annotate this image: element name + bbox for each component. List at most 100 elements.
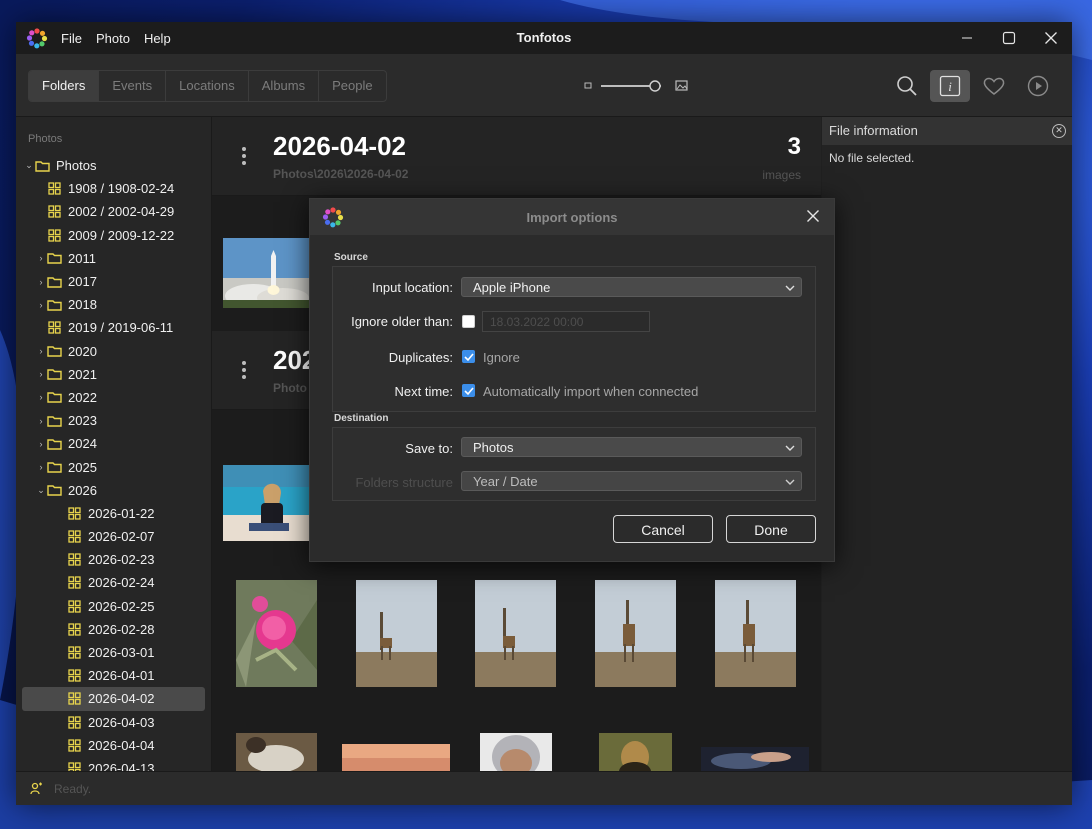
sidebar-item[interactable]: 2026-02-28 <box>16 618 211 641</box>
photo-thumbnail-giraffe[interactable] <box>356 580 437 687</box>
sidebar-item[interactable]: › 2023 <box>16 409 211 432</box>
info-icon: i <box>939 75 961 97</box>
sidebar-item[interactable]: 2026-02-07 <box>16 525 211 548</box>
event-grid-icon <box>66 553 82 567</box>
ignore-older-date-field[interactable]: 18.03.2022 00:00 <box>482 311 650 332</box>
sidebar-item[interactable]: › 2018 <box>16 293 211 316</box>
photo-thumbnail-sunset[interactable] <box>342 744 450 771</box>
tree-item-label: 2019 / 2019-06-11 <box>68 320 174 336</box>
photo-thumbnail-sky[interactable] <box>701 747 809 771</box>
photo-thumbnail-giraffe[interactable] <box>475 580 556 687</box>
sidebar-item[interactable]: › 2025 <box>16 455 211 478</box>
photo-thumbnail-giraffe[interactable] <box>595 580 676 687</box>
close-window-button[interactable] <box>1030 22 1072 54</box>
photo-thumbnail-rocket[interactable] <box>223 238 311 308</box>
tree-item-label: 2020 <box>68 343 97 359</box>
duplicates-option-label[interactable]: Ignore <box>483 350 520 365</box>
zoom-slider[interactable] <box>584 78 694 94</box>
chevron-right-icon[interactable]: › <box>36 462 46 472</box>
tab-people[interactable]: People <box>319 71 385 101</box>
sidebar-item[interactable]: › 2022 <box>16 386 211 409</box>
sidebar-item[interactable]: 2026-04-13 <box>16 757 211 771</box>
menu-photo[interactable]: Photo <box>96 31 130 46</box>
chevron-right-icon[interactable]: › <box>36 277 46 287</box>
auto-import-option-label[interactable]: Automatically import when connected <box>483 384 698 399</box>
folder-icon <box>46 390 62 404</box>
sidebar-item[interactable]: ⌄ 2026 <box>16 479 211 502</box>
sidebar-item[interactable]: 2026-02-24 <box>16 571 211 594</box>
group-count-unit: images <box>762 168 801 182</box>
tab-folders[interactable]: Folders <box>29 71 100 101</box>
auto-import-checkbox[interactable] <box>462 384 475 397</box>
sidebar-item[interactable]: 2019 / 2019-06-11 <box>16 316 211 339</box>
tab-albums[interactable]: Albums <box>249 71 320 101</box>
tree-item-label: 1908 / 1908-02-24 <box>68 181 175 197</box>
folder-icon <box>46 414 62 428</box>
input-location-value: Apple iPhone <box>473 280 551 295</box>
sidebar-item[interactable]: 2026-04-04 <box>16 734 211 757</box>
chevron-right-icon[interactable]: › <box>36 369 46 379</box>
sidebar-item[interactable]: › 2021 <box>16 363 211 386</box>
chevron-right-icon[interactable]: › <box>36 346 46 356</box>
chevron-right-icon[interactable]: › <box>36 439 46 449</box>
photo-thumbnail-giraffe[interactable] <box>715 580 796 687</box>
sidebar-item[interactable]: › 2020 <box>16 340 211 363</box>
chevron-right-icon[interactable]: › <box>36 392 46 402</box>
sidebar-item[interactable]: 2002 / 2002-04-29 <box>16 200 211 223</box>
tree-item-label: 2024 <box>68 436 97 452</box>
maximize-button[interactable] <box>988 22 1030 54</box>
sidebar-item[interactable]: 2009 / 2009-12-22 <box>16 224 211 247</box>
group-menu-icon[interactable] <box>242 147 246 168</box>
slideshow-button[interactable] <box>1018 70 1058 102</box>
sidebar-item[interactable]: › 2024 <box>16 432 211 455</box>
duplicates-checkbox[interactable] <box>462 350 475 363</box>
folders-structure-select[interactable]: Year / Date <box>461 471 802 491</box>
menu-help[interactable]: Help <box>144 31 171 46</box>
chevron-right-icon[interactable]: › <box>36 416 46 426</box>
svg-text:i: i <box>948 79 952 94</box>
search-icon <box>897 76 917 96</box>
photo-thumbnail-flower[interactable] <box>236 580 317 687</box>
minimize-button[interactable] <box>946 22 988 54</box>
input-location-select[interactable]: Apple iPhone <box>461 277 802 297</box>
ignore-older-checkbox[interactable] <box>462 315 475 328</box>
sidebar-item[interactable]: 2026-04-01 <box>16 664 211 687</box>
close-icon <box>1045 32 1057 44</box>
event-grid-icon <box>66 738 82 752</box>
close-icon[interactable]: ✕ <box>1052 124 1066 138</box>
sidebar-item[interactable]: 1908 / 1908-02-24 <box>16 177 211 200</box>
event-grid-icon <box>46 205 62 219</box>
info-button[interactable]: i <box>930 70 970 102</box>
group-menu-icon[interactable] <box>242 361 246 382</box>
sidebar-item[interactable]: › 2017 <box>16 270 211 293</box>
tree-root-photos[interactable]: ⌄ Photos <box>16 154 211 177</box>
photo-thumbnail-animal[interactable] <box>236 733 317 771</box>
favorites-button[interactable] <box>974 70 1014 102</box>
tab-locations[interactable]: Locations <box>166 71 249 101</box>
photo-thumbnail-painting[interactable] <box>599 733 672 771</box>
zoom-slider-handle <box>649 80 661 92</box>
chevron-down-icon[interactable]: ⌄ <box>36 485 46 496</box>
sidebar-item[interactable]: 2026-02-23 <box>16 548 211 571</box>
chevron-right-icon[interactable]: › <box>36 253 46 263</box>
chevron-right-icon[interactable]: › <box>36 300 46 310</box>
dialog-close-button[interactable] <box>802 205 824 227</box>
sidebar-header: Photos <box>28 133 63 145</box>
event-grid-icon <box>46 182 62 196</box>
tree-item-label: 2026-04-02 <box>88 691 155 707</box>
cancel-button[interactable]: Cancel <box>613 515 713 543</box>
sidebar-item[interactable]: 2026-04-02 <box>22 687 205 711</box>
search-button[interactable] <box>887 70 927 102</box>
tab-events[interactable]: Events <box>99 71 167 101</box>
chevron-down-icon[interactable]: ⌄ <box>24 160 34 171</box>
menu-file[interactable]: File <box>61 31 82 46</box>
sidebar-item[interactable]: 2026-02-25 <box>16 595 211 618</box>
save-to-select[interactable]: Photos <box>461 437 802 457</box>
sidebar-item[interactable]: 2026-03-01 <box>16 641 211 664</box>
sidebar-item[interactable]: › 2011 <box>16 247 211 270</box>
photo-thumbnail-beach[interactable] <box>223 465 311 541</box>
done-button[interactable]: Done <box>726 515 816 543</box>
photo-thumbnail-portrait[interactable] <box>480 733 552 771</box>
sidebar-item[interactable]: 2026-01-22 <box>16 502 211 525</box>
sidebar-item[interactable]: 2026-04-03 <box>16 711 211 734</box>
